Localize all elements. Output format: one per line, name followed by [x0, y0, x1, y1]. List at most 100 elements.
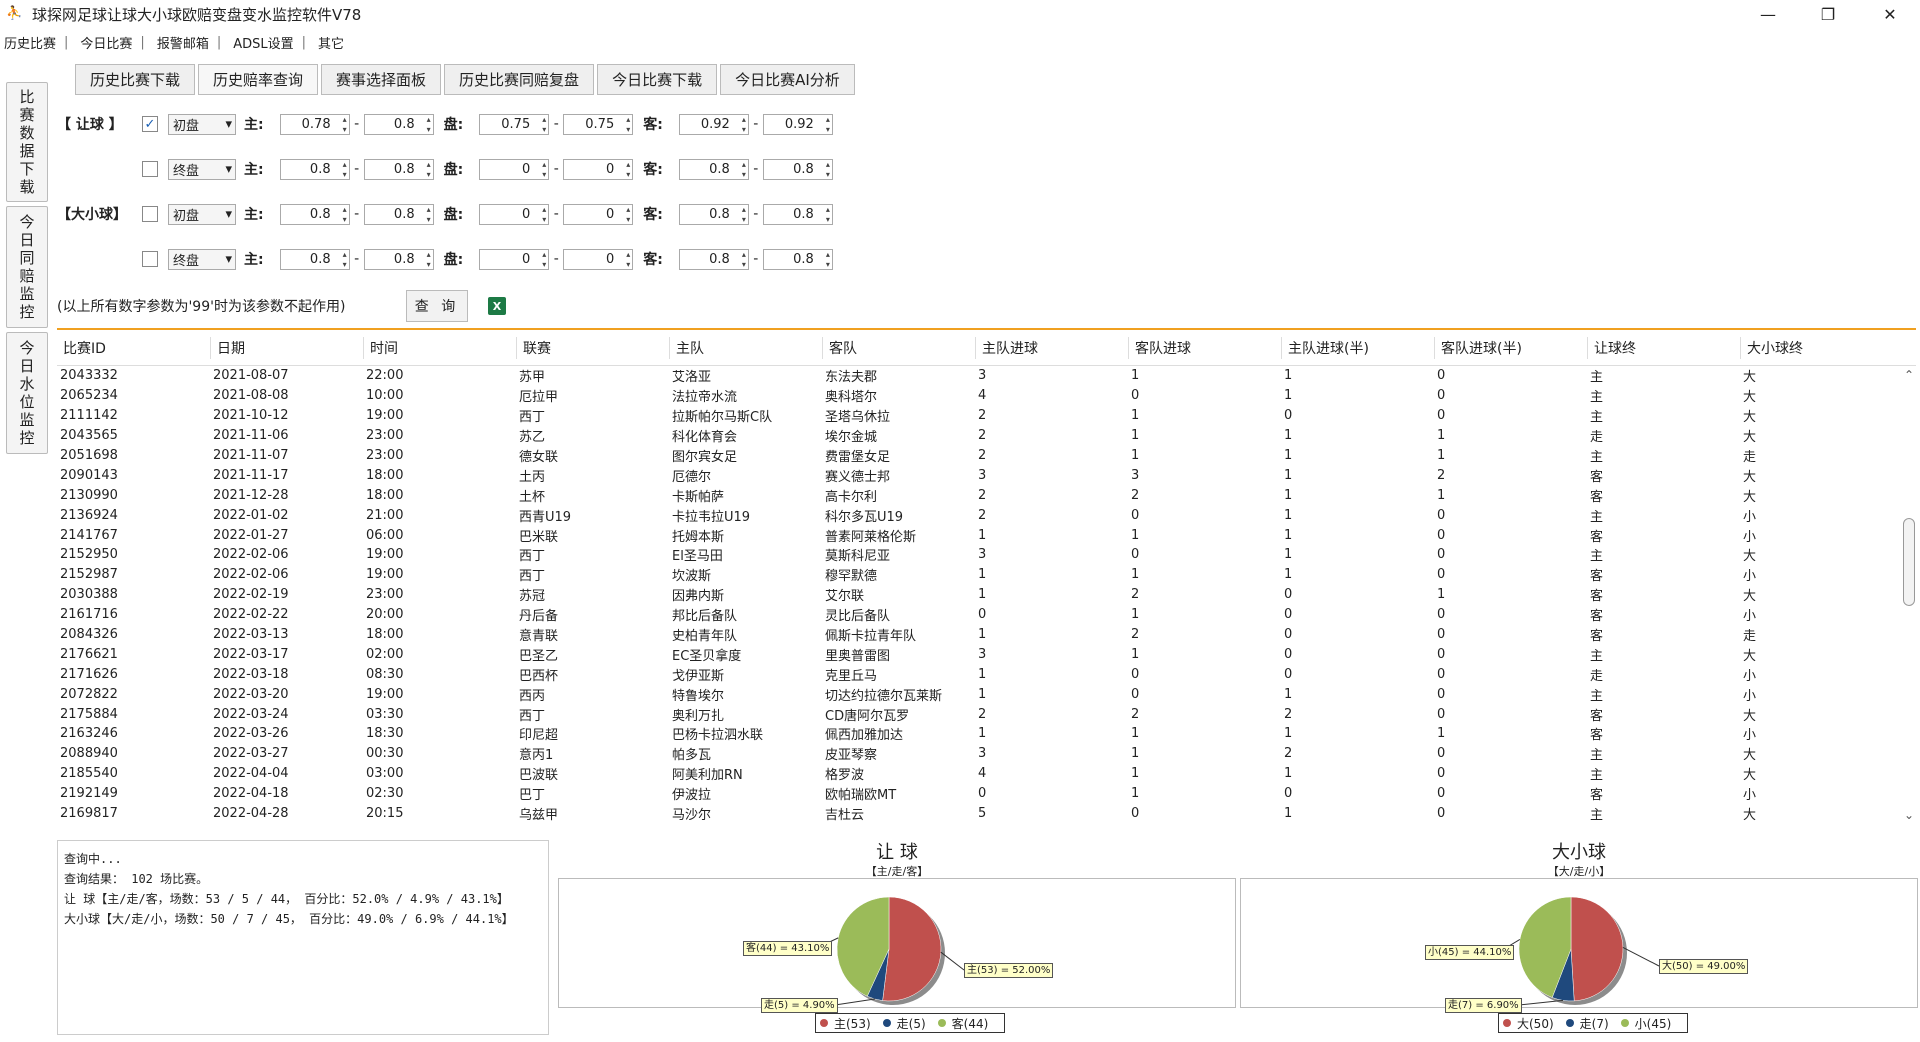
column-header[interactable]: 联赛	[516, 336, 669, 359]
odds-max-input[interactable]: 0.8	[363, 203, 434, 225]
tab-history-odds-query[interactable]: 历史赔率查询	[198, 64, 319, 95]
table-cell: 1	[1284, 487, 1293, 503]
table-row[interactable]: 2163246 2022-03-26 18:30 印尼超 巴杨卡拉泗水联 佩西加雅加达 1 1…	[57, 724, 1916, 744]
odds-max-input[interactable]: 0	[563, 203, 634, 225]
table-row[interactable]: 2111142 2021-10-12 19:00 西丁 拉斯帕尔马斯C队 圣塔乌休拉 2 1 0…	[57, 406, 1916, 426]
odds-min-input[interactable]: 0.8	[678, 203, 749, 225]
column-header[interactable]: 客队进球	[1128, 336, 1281, 359]
table-row[interactable]: 2152950 2022-02-06 19:00 西丁 El圣马田 莫斯科尼亚 3 0 1 0 主 大	[57, 545, 1916, 565]
enable-checkbox[interactable]	[142, 161, 158, 177]
table-row[interactable]: 2185540 2022-04-04 03:00 巴波联 阿美利加RN 格罗波 4 1 1 0 主 大	[57, 764, 1916, 784]
tab-history-replay[interactable]: 历史比赛同赔复盘	[444, 64, 595, 95]
tab-match-select[interactable]: 赛事选择面板	[321, 64, 442, 95]
table-cell: 0	[1437, 527, 1446, 543]
odds-min-input[interactable]: 0.8	[678, 158, 749, 180]
odds-max-input[interactable]: 0.8	[762, 203, 833, 225]
odds-min-input[interactable]: 0	[479, 203, 550, 225]
mode-select[interactable]: 终盘 ▾	[168, 158, 236, 180]
column-header[interactable]: 主队进球	[975, 336, 1128, 359]
table-cell: 21:00	[366, 507, 404, 523]
enable-checkbox[interactable]	[142, 206, 158, 222]
side-tab-same-odds[interactable]: 今日同赔监控	[6, 206, 48, 328]
enable-checkbox[interactable]	[142, 251, 158, 267]
table-row[interactable]: 2088940 2022-03-27 00:30 意丙1 帕多瓦 皮亚琴察 3 1 2 0 主 大	[57, 744, 1916, 764]
tab-history-download[interactable]: 历史比赛下载	[75, 64, 196, 95]
mode-select[interactable]: 初盘 ▾	[168, 203, 236, 225]
column-header[interactable]: 客队进球(半)	[1434, 336, 1587, 359]
table-row[interactable]: 2152987 2022-02-06 19:00 西丁 坎波斯 穆罕默德 1 1 1 0 客 小	[57, 565, 1916, 585]
side-tab-water[interactable]: 今日水位监控	[6, 332, 48, 454]
column-header[interactable]: 主队	[669, 336, 822, 359]
table-row[interactable]: 2084326 2022-03-13 18:00 意青联 史柏青年队 佩斯卡拉青年队 1 2 0…	[57, 625, 1916, 645]
table-scrollbar[interactable]: ⌃ ⌄	[1902, 368, 1916, 822]
table-row[interactable]: 2051698 2021-11-07 23:00 德女联 图尔宾女足 费雷堡女足 2 1 1 1 主…	[57, 446, 1916, 466]
excel-export-icon[interactable]: X	[488, 297, 506, 315]
tab-today-ai[interactable]: 今日比赛AI分析	[720, 64, 855, 95]
odds-max-input[interactable]: 0	[563, 158, 634, 180]
table-row[interactable]: 2175884 2022-03-24 03:30 西丁 奥利万扎 CD唐阿尔瓦罗 2 2 2 0 客…	[57, 704, 1916, 724]
table-cell: 西丁	[519, 410, 546, 426]
odds-max-input[interactable]: 0.8	[762, 158, 833, 180]
table-row[interactable]: 2192149 2022-04-18 02:30 巴丁 伊波拉 欧帕瑞欧MT 0 1 0 0 客 小	[57, 784, 1916, 804]
odds-min-input[interactable]: 0.8	[678, 248, 749, 270]
table-row[interactable]: 2043332 2021-08-07 22:00 苏甲 艾洛亚 东法夫郡 3 1 1 0 主 大	[57, 366, 1916, 386]
table-row[interactable]: 2072822 2022-03-20 19:00 西丙 特鲁埃尔 切达约拉德尔瓦莱斯 1 0 1…	[57, 684, 1916, 704]
table-cell: 2171626	[60, 666, 118, 682]
table-row[interactable]: 2130990 2021-12-28 18:00 土杯 卡斯帕萨 高卡尔利 2 2 1 1 客 大	[57, 485, 1916, 505]
field-label: 客:	[643, 162, 663, 178]
maximize-button[interactable]: ❐	[1800, 0, 1856, 28]
minimize-button[interactable]: —	[1740, 0, 1796, 28]
form-row: 终盘▾主:0.8-0.8盘:0-0客:0.8-0.8	[57, 247, 833, 271]
table-row[interactable]: 2176621 2022-03-17 02:00 巴圣乙 EC圣贝拿度 里奥普雷图 3 1 0 0…	[57, 644, 1916, 664]
enable-checkbox[interactable]: ✓	[142, 116, 158, 132]
odds-min-input[interactable]: 0	[479, 158, 550, 180]
odds-max-input[interactable]: 0.92	[762, 113, 833, 135]
mode-select[interactable]: 初盘 ▾	[168, 113, 236, 135]
menu-adsl[interactable]: ADSL设置	[229, 33, 297, 52]
menu-other[interactable]: 其它	[314, 33, 348, 52]
table-row[interactable]: 2169817 2022-04-28 20:15 乌兹甲 马沙尔 吉杜云 5 0 1 0 主 大	[57, 804, 1916, 824]
table-row[interactable]: 2043565 2021-11-06 23:00 苏乙 科化体育会 埃尔金城 2 1 1 1 走 大	[57, 426, 1916, 446]
table-row[interactable]: 2171626 2022-03-18 08:30 巴西杯 戈伊亚斯 克里丘马 1 0 0 0 走 小	[57, 664, 1916, 684]
table-cell: 普素阿莱格伦斯	[825, 529, 917, 545]
odds-max-input[interactable]: 0.75	[563, 113, 634, 135]
menu-today[interactable]: 今日比赛	[76, 33, 136, 52]
table-row[interactable]: 2161716 2022-02-22 20:00 丹后备 邦比后备队 灵比后备队 0 1 0 0 客…	[57, 605, 1916, 625]
scroll-thumb[interactable]	[1903, 518, 1915, 606]
odds-min-input[interactable]: 0.8	[279, 158, 350, 180]
tab-today-download[interactable]: 今日比赛下载	[597, 64, 718, 95]
menu-alarm-mail[interactable]: 报警邮箱	[153, 33, 213, 52]
side-tab-download[interactable]: 比赛数据下载	[6, 82, 48, 202]
odds-min-input[interactable]: 0.8	[279, 203, 350, 225]
table-row[interactable]: 2030388 2022-02-19 23:00 苏冠 因弗内斯 艾尔联 1 2 0 1 客 大	[57, 585, 1916, 605]
table-row[interactable]: 2141767 2022-01-27 06:00 巴米联 托姆本斯 普素阿莱格伦斯 1 1 1 0…	[57, 525, 1916, 545]
odds-max-input[interactable]: 0.8	[363, 158, 434, 180]
column-header[interactable]: 时间	[363, 336, 516, 359]
odds-min-input[interactable]: 0.75	[479, 113, 550, 135]
odds-min-input[interactable]: 0	[479, 248, 550, 270]
column-header[interactable]: 大小球终	[1740, 336, 1893, 359]
table-row[interactable]: 2065234 2021-08-08 10:00 厄拉甲 法拉帝水流 奥科塔尔 4 0 1 0 主 大	[57, 386, 1916, 406]
query-button[interactable]: 查 询	[406, 290, 468, 322]
odds-max-input[interactable]: 0.8	[762, 248, 833, 270]
odds-min-input[interactable]: 0.78	[279, 113, 350, 135]
odds-min-input[interactable]: 0.92	[678, 113, 749, 135]
column-header[interactable]: 比赛ID	[57, 337, 210, 359]
menu-history[interactable]: 历史比赛	[0, 33, 60, 52]
table-cell: 大	[1743, 808, 1757, 824]
odds-max-input[interactable]: 0.8	[363, 113, 434, 135]
odds-min-input[interactable]: 0.8	[279, 248, 350, 270]
table-cell: 艾洛亚	[672, 370, 712, 386]
mode-select[interactable]: 终盘 ▾	[168, 248, 236, 270]
close-button[interactable]: ✕	[1862, 0, 1918, 28]
column-header[interactable]: 让球终	[1587, 336, 1740, 359]
column-header[interactable]: 主队进球(半)	[1281, 336, 1434, 359]
scroll-down-icon[interactable]: ⌄	[1902, 808, 1916, 822]
table-row[interactable]: 2090143 2021-11-17 18:00 土丙 厄德尔 赛义德士邦 3 3 1 2 客 大	[57, 465, 1916, 485]
scroll-up-icon[interactable]: ⌃	[1902, 368, 1916, 382]
column-header[interactable]: 客队	[822, 336, 975, 359]
column-header[interactable]: 日期	[210, 336, 363, 359]
table-row[interactable]: 2136924 2022-01-02 21:00 西青U19 卡拉韦拉U19 科尔多瓦U1…	[57, 505, 1916, 525]
odds-max-input[interactable]: 0	[563, 248, 634, 270]
odds-max-input[interactable]: 0.8	[363, 248, 434, 270]
